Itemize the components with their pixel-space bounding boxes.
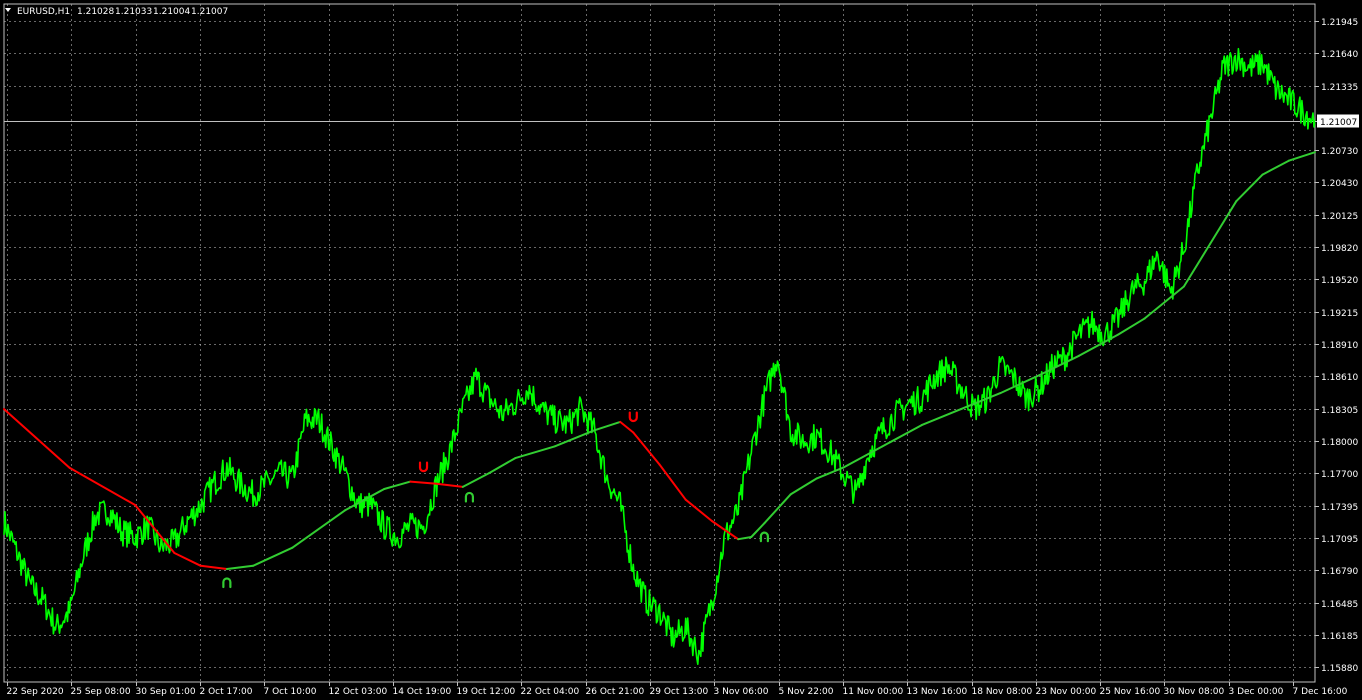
y-tick-label: 1.17395 <box>1321 503 1358 513</box>
x-tick-label: 12 Oct 03:00 <box>329 687 388 697</box>
y-tick-label: 1.20430 <box>1321 179 1358 189</box>
y-tick-label: 1.18000 <box>1321 438 1358 448</box>
x-tick-label: 3 Dec 00:00 <box>1229 687 1284 697</box>
y-tick-label: 1.19520 <box>1321 276 1358 286</box>
x-tick-label: 5 Nov 22:00 <box>779 687 834 697</box>
y-tick-label: 1.19820 <box>1321 244 1358 254</box>
x-tick-label: 19 Oct 12:00 <box>457 687 516 697</box>
y-tick-label: 1.15880 <box>1321 664 1358 674</box>
x-tick-label: 25 Sep 08:00 <box>71 687 131 697</box>
x-tick-label: 29 Oct 13:00 <box>650 687 709 697</box>
ohlc-high: 1.21033 <box>115 7 152 17</box>
x-tick-label: 22 Oct 04:00 <box>521 687 580 697</box>
x-tick-label: 30 Sep 01:00 <box>136 687 196 697</box>
x-tick-label: 7 Oct 10:00 <box>264 687 317 697</box>
ohlc-open: 1.21028 <box>77 7 114 17</box>
chart-canvas[interactable]: 1.21945 1.21640 1.21335 1.21007 1.20730 1.204… <box>0 0 1362 700</box>
y-tick-label: 1.16185 <box>1321 632 1358 642</box>
x-tick-label: 13 Nov 16:00 <box>907 687 968 697</box>
y-tick-label: 1.16485 <box>1321 600 1358 610</box>
price-chart[interactable]: 1.21945 1.21640 1.21335 1.21007 1.20730 1.204… <box>0 0 1362 700</box>
y-tick-label: 1.21640 <box>1321 50 1358 60</box>
y-tick-label: 1.20730 <box>1321 147 1358 157</box>
y-tick-label: 1.17700 <box>1321 470 1358 480</box>
x-tick-label: 3 Nov 06:00 <box>714 687 769 697</box>
ohlc-close: 1.21007 <box>191 7 228 17</box>
symbol-label: EURUSD,H1 <box>17 7 70 17</box>
x-tick-label: 22 Sep 2020 <box>7 687 64 697</box>
y-tick-label: 1.21007 <box>1320 118 1357 128</box>
x-tick-label: 25 Nov 16:00 <box>1100 687 1161 697</box>
y-tick-label: 1.18610 <box>1321 373 1358 383</box>
y-tick-label: 1.18910 <box>1321 341 1358 351</box>
x-tick-label: 18 Nov 08:00 <box>972 687 1033 697</box>
y-tick-label: 1.19215 <box>1321 309 1358 319</box>
y-tick-label: 1.18305 <box>1321 406 1358 416</box>
x-tick-label: 23 Nov 00:00 <box>1036 687 1097 697</box>
x-tick-label: 30 Nov 08:00 <box>1164 687 1225 697</box>
x-tick-label: 7 Dec 16:00 <box>1293 687 1348 697</box>
x-tick-label: 2 Oct 17:00 <box>200 687 253 697</box>
x-tick-label: 11 Nov 00:00 <box>843 687 904 697</box>
ohlc-low: 1.21004 <box>153 7 190 17</box>
y-tick-label: 1.21945 <box>1321 18 1358 28</box>
chart-header: EURUSD,H1 1.21028 1.21033 1.21004 1.2100… <box>5 7 228 17</box>
y-tick-label: 1.16790 <box>1321 567 1358 577</box>
y-tick-label: 1.20125 <box>1321 212 1358 222</box>
y-tick-label: 1.21335 <box>1321 83 1358 93</box>
y-tick-label: 1.17095 <box>1321 535 1358 545</box>
x-tick-label: 26 Oct 21:00 <box>586 687 645 697</box>
x-tick-label: 14 Oct 19:00 <box>393 687 452 697</box>
